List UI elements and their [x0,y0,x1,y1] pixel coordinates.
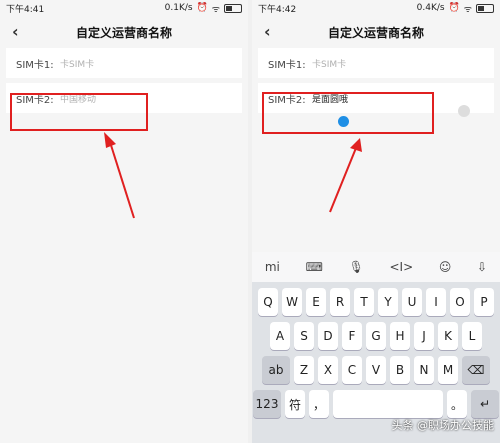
keyboard-tool-icon[interactable]: ⇩ [477,260,487,274]
keyboard-key[interactable]: 123 [253,390,281,418]
keyboard-key[interactable]: I [426,288,446,316]
keyboard-key[interactable]: 。 [447,390,467,418]
keyboard-key[interactable]: Y [378,288,398,316]
keyboard-key[interactable]: ， [309,390,329,418]
keyboard: mi ⌨ 🎙 <I> ☺ ⇩ QWERTYUIOP ASDFGHJKL ab Z X C V B N M… [252,252,500,443]
keyboard-key[interactable]: W [282,288,302,316]
keyboard-toolbar: mi ⌨ 🎙 <I> ☺ ⇩ [252,252,500,282]
keyboard-row-4: 123 符， 。 ↵ [252,390,500,418]
keyboard-key[interactable]: T [354,288,374,316]
keyboard-key[interactable]: N [414,356,434,384]
keyboard-tool-icon[interactable]: 🎙 [349,260,364,274]
keyboard-key[interactable]: J [414,322,434,350]
keyboard-key[interactable]: F [342,322,362,350]
keyboard-key[interactable]: V [366,356,386,384]
keyboard-key[interactable]: ↵ [471,390,499,418]
keyboard-key[interactable]: U [402,288,422,316]
keyboard-key[interactable]: A [270,322,290,350]
keyboard-tool-icon[interactable]: mi [265,260,280,274]
keyboard-key[interactable]: Q [258,288,278,316]
keyboard-key[interactable]: L [462,322,482,350]
keyboard-key[interactable]: O [450,288,470,316]
keyboard-key[interactable]: R [330,288,350,316]
keyboard-key[interactable]: K [438,322,458,350]
keyboard-row-2: ASDFGHJKL [252,322,500,350]
keyboard-key[interactable]: M [438,356,458,384]
annotation-arrow [104,132,135,219]
keyboard-key[interactable]: X [318,356,338,384]
left-screen: 下午4:41 0.1K/s ⏰ ᯤ ‹ 自定义运营商名称 SIM卡1: 卡SIM… [0,0,248,443]
keyboard-key[interactable]: C [342,356,362,384]
keyboard-tool-icon[interactable]: <I> [390,260,414,274]
watermark: 头条 @职场办公技能 [391,419,495,432]
keyboard-key[interactable]: B [390,356,410,384]
right-screen: 下午4:42 0.4K/s ⏰ ᯤ ‹ 自定义运营商名称 SIM卡1: 卡SIM… [252,0,500,443]
keyboard-key[interactable]: P [474,288,494,316]
keyboard-key[interactable]: ab [262,356,290,384]
keyboard-row-1: QWERTYUIOP [252,288,500,316]
keyboard-key[interactable]: 符 [285,390,305,418]
keyboard-key[interactable]: Z [294,356,314,384]
keyboard-key[interactable]: E [306,288,326,316]
keyboard-key[interactable]: ⌫ [462,356,490,384]
keyboard-key[interactable]: D [318,322,338,350]
keyboard-row-3: ab Z X C V B N M ⌫ [252,356,500,384]
keyboard-tool-icon[interactable]: ☺ [439,260,452,274]
keyboard-key[interactable] [333,390,443,418]
keyboard-key[interactable]: H [390,322,410,350]
keyboard-key[interactable]: S [294,322,314,350]
keyboard-key[interactable]: G [366,322,386,350]
keyboard-tool-icon[interactable]: ⌨ [306,260,323,274]
